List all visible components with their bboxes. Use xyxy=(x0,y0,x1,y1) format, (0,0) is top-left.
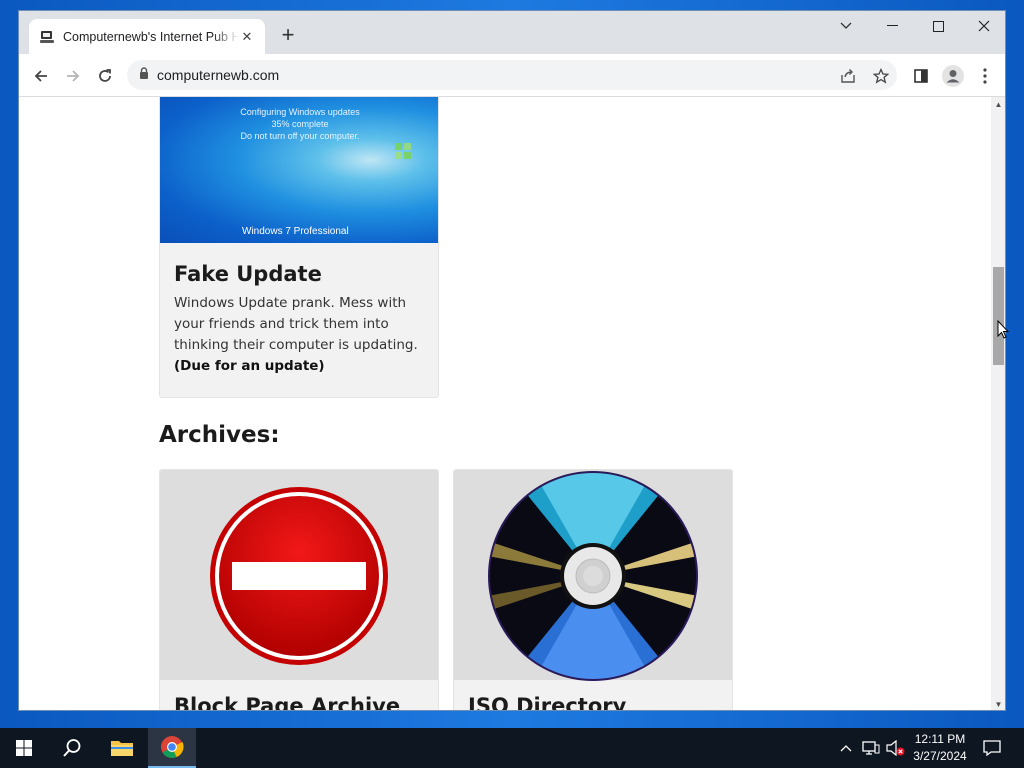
fake-update-description: Windows Update prank. Mess with your fri… xyxy=(174,295,418,353)
forward-arrow-icon[interactable] xyxy=(59,62,87,90)
tab-title: Computernewb's Internet Pub Hub xyxy=(63,29,239,44)
taskbar-clock[interactable]: 12:11 PM 3/27/2024 xyxy=(906,731,974,765)
block-page-archive-card[interactable]: Block Page Archive xyxy=(159,469,439,710)
chrome-icon[interactable] xyxy=(148,728,196,768)
close-window-icon[interactable] xyxy=(961,11,1005,41)
browser-tab[interactable]: Computernewb's Internet Pub Hub ✕ xyxy=(29,19,265,54)
clock-time: 12:11 PM xyxy=(914,732,966,746)
fake-update-title[interactable]: Fake Update xyxy=(174,262,322,286)
new-tab-button[interactable]: + xyxy=(277,24,299,47)
tab-close-icon[interactable]: ✕ xyxy=(239,29,255,45)
share-icon[interactable] xyxy=(834,62,862,90)
windows-7-brand-text: Windows 7 Professional xyxy=(242,226,349,237)
url-text: computernewb.com xyxy=(157,67,280,83)
tab-strip: Computernewb's Internet Pub Hub ✕ + xyxy=(19,11,1005,54)
block-page-image[interactable] xyxy=(160,470,438,680)
windows-start-icon[interactable] xyxy=(0,728,48,768)
archives-heading: Archives: xyxy=(159,422,280,448)
cd-disc-icon xyxy=(488,471,698,681)
iso-directory-card[interactable]: ISO Directory xyxy=(453,469,733,710)
lock-icon[interactable] xyxy=(139,66,149,84)
computernewb-favicon-icon xyxy=(39,29,55,45)
profile-avatar-icon[interactable] xyxy=(939,62,967,90)
fake-update-note: (Due for an update) xyxy=(174,358,325,374)
update-status-line: Configuring Windows updates xyxy=(240,107,360,117)
file-explorer-icon[interactable] xyxy=(98,728,146,768)
scroll-down-arrow-icon[interactable]: ▼ xyxy=(991,697,1005,710)
minimize-icon[interactable] xyxy=(869,11,915,41)
mouse-cursor-icon xyxy=(997,320,1009,339)
reload-icon[interactable] xyxy=(91,62,119,90)
tray-overflow-chevron-icon[interactable] xyxy=(836,728,856,768)
clock-date: 3/27/2024 xyxy=(913,749,967,763)
fake-update-screenshot[interactable]: Configuring Windows updates 35% complete… xyxy=(160,97,438,243)
kebab-menu-icon[interactable] xyxy=(971,62,999,90)
archive-card-title[interactable]: Block Page Archive xyxy=(174,694,400,710)
scroll-up-arrow-icon[interactable]: ▲ xyxy=(991,97,1005,112)
iso-directory-image[interactable] xyxy=(454,470,732,681)
fake-update-card[interactable]: Configuring Windows updates 35% complete… xyxy=(159,97,439,398)
network-icon[interactable] xyxy=(860,728,882,768)
update-percent-line: 35% complete xyxy=(271,119,329,129)
back-arrow-icon[interactable] xyxy=(27,62,55,90)
no-entry-sign-icon xyxy=(210,487,388,665)
bookmark-star-icon[interactable] xyxy=(867,62,895,90)
notification-icon[interactable] xyxy=(976,728,1008,768)
taskbar: 12:11 PM 3/27/2024 xyxy=(0,728,1024,768)
browser-window: Computernewb's Internet Pub Hub ✕ + comp… xyxy=(18,10,1006,711)
archive-card-title[interactable]: ISO Directory xyxy=(468,694,626,710)
address-bar[interactable]: computernewb.com xyxy=(127,60,897,90)
page-viewport: Configuring Windows updates 35% complete… xyxy=(19,97,991,710)
side-panel-icon[interactable] xyxy=(907,62,935,90)
windows-flag-icon xyxy=(395,143,411,159)
vertical-scrollbar[interactable]: ▲ ▼ xyxy=(991,97,1005,710)
scroll-thumb[interactable] xyxy=(993,267,1004,365)
tab-search-chevron-icon[interactable] xyxy=(823,11,869,41)
maximize-icon[interactable] xyxy=(915,11,961,41)
browser-toolbar: computernewb.com xyxy=(19,54,1005,97)
search-icon[interactable] xyxy=(48,728,96,768)
volume-muted-icon[interactable] xyxy=(884,728,906,768)
